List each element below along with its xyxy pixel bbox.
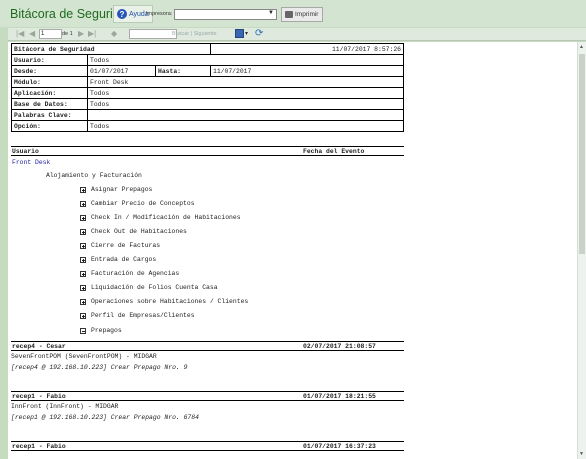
previous-page-icon[interactable]: ◀ [29, 29, 35, 38]
tree-item-label: Cambiar Precio de Conceptos [91, 200, 195, 207]
usuario-label: Usuario: [11, 54, 88, 66]
first-page-icon[interactable]: |◀ [16, 29, 24, 38]
aplicacion-label: Aplicación: [11, 87, 88, 99]
tree-item[interactable]: Perfil de Empresas/Clientes [80, 312, 195, 319]
expand-icon[interactable] [80, 270, 86, 277]
print-label: Imprimir [295, 11, 319, 18]
column-header-row: Usuario Fecha del Evento [11, 146, 404, 156]
expand-icon[interactable] [80, 298, 86, 305]
tree-item[interactable]: Cambiar Precio de Conceptos [80, 200, 195, 207]
page-count: de 1 [62, 31, 73, 37]
entry-date: 01/07/2017 18:21:55 [303, 393, 376, 400]
tree-item-label: Operaciones sobre Habitaciones / Cliente… [91, 298, 249, 305]
title-bar: Bitácora de Seguridad ? Ayuda Impresora:… [0, 0, 586, 27]
tree-item-label: Liquidación de Folios Cuenta Casa [91, 284, 218, 291]
tree-item-label: Facturación de Agencias [91, 270, 180, 277]
report-toolbar: |◀ ◀ 1 de 1 ▶ ▶| ◆ Buscar | Siguiente ▾ … [8, 28, 586, 41]
find-next-link[interactable]: Siguiente [194, 31, 217, 37]
base-datos-value: Todos [87, 98, 404, 110]
entry-date: 02/07/2017 21:08:57 [303, 343, 376, 350]
page-number-input[interactable]: 1 [39, 29, 62, 39]
column-header-fecha: Fecha del Evento [303, 148, 365, 155]
tree-item[interactable]: Prepagos [80, 327, 122, 334]
expand-icon[interactable] [80, 312, 86, 319]
tree-item[interactable]: Asignar Prepagos [80, 186, 152, 193]
entry-detail: SevenFrontPOM (SevenFrontPOM) - MIDGAR [11, 353, 157, 360]
printer-icon [285, 11, 293, 18]
report-datetime: 11/07/2017 8:57:26 [210, 43, 404, 55]
palabras-clave-value [87, 109, 404, 121]
tree-item-label: Entrada de Cargos [91, 256, 157, 263]
search-input[interactable] [129, 29, 177, 39]
printer-select[interactable]: ▼ [174, 9, 277, 20]
expand-icon[interactable] [80, 214, 86, 221]
opcion-label: Opción: [11, 120, 88, 132]
desde-label: Desde: [11, 65, 88, 77]
export-dropdown-icon[interactable]: ▾ [245, 30, 248, 37]
entry-header: recep4 - Cesar 02/07/2017 21:08:57 [11, 341, 404, 351]
report-header-table: Bitácora de Seguridad 11/07/2017 8:57:26… [11, 43, 404, 132]
tree-item-label: Asignar Prepagos [91, 186, 153, 193]
entry-header: recep1 - Fabio 01/07/2017 18:21:55 [11, 391, 404, 401]
tree-item[interactable]: Facturación de Agencias [80, 270, 179, 277]
expand-icon[interactable] [80, 186, 86, 193]
entry-action: [recep4 @ 192.168.10.223] Crear Prepago … [11, 364, 188, 371]
next-page-icon[interactable]: ▶ [78, 29, 84, 38]
expand-icon[interactable] [80, 200, 86, 207]
desde-value: 01/07/2017 [87, 65, 156, 77]
hasta-label: Hasta: [155, 65, 211, 77]
entry-user: recep1 - Fabio [12, 393, 66, 400]
printer-label: Impresora: [146, 11, 173, 17]
tree-item-label: Check Out de Habitaciones [91, 228, 187, 235]
usuario-value: Todos [87, 54, 404, 66]
palabras-clave-label: Palabras Clave: [11, 109, 88, 121]
report-title: Bitácora de Seguridad [11, 43, 211, 55]
help-icon: ? [117, 9, 127, 19]
tree-item[interactable]: Operaciones sobre Habitaciones / Cliente… [80, 298, 248, 305]
vertical-scrollbar[interactable]: ▲ ▼ [577, 42, 586, 459]
scroll-up-icon[interactable]: ▲ [579, 44, 584, 50]
tree-item[interactable]: Check In / Modificación de Habitaciones [80, 214, 241, 221]
aplicacion-value: Todos [87, 87, 404, 99]
report-page: Bitácora de Seguridad 11/07/2017 8:57:26… [8, 42, 577, 459]
entry-action: [recep1 @ 192.168.10.223] Crear Prepago … [11, 414, 199, 421]
refresh-icon[interactable]: ⟳ [255, 28, 263, 39]
collapse-icon[interactable] [80, 327, 86, 334]
hasta-value: 11/07/2017 [210, 65, 404, 77]
export-icon[interactable] [235, 29, 244, 38]
find-separator: | [190, 31, 193, 37]
expand-icon[interactable] [80, 284, 86, 291]
print-button[interactable]: Imprimir [281, 7, 323, 22]
expand-icon[interactable] [80, 228, 86, 235]
find-links: Buscar | Siguiente [172, 31, 217, 37]
tree-item-label: Perfil de Empresas/Clientes [91, 312, 195, 319]
tree-item-label: Check In / Modificación de Habitaciones [91, 214, 241, 221]
column-header-usuario: Usuario [12, 148, 39, 155]
chevron-down-icon: ▼ [268, 10, 274, 16]
last-page-icon[interactable]: ▶| [88, 29, 96, 38]
tree-item-label: Prepagos [91, 327, 122, 334]
tree-item[interactable]: Liquidación de Folios Cuenta Casa [80, 284, 218, 291]
entry-date: 01/07/2017 16:37:23 [303, 443, 376, 450]
tree-item[interactable]: Check Out de Habitaciones [80, 228, 187, 235]
back-icon[interactable]: ◆ [111, 29, 117, 38]
scroll-down-icon[interactable]: ▼ [579, 451, 584, 457]
modulo-value: Front Desk [87, 76, 404, 88]
find-link[interactable]: Buscar [172, 31, 189, 37]
entry-detail: InnFront (InnFront) - MIDGAR [11, 403, 119, 410]
opcion-value: Todos [87, 120, 404, 132]
tree-item-label: Cierre de Facturas [91, 242, 161, 249]
tree-item[interactable]: Cierre de Facturas [80, 242, 160, 249]
group-application: Alojamiento y Facturación [46, 172, 142, 179]
scrollbar-thumb[interactable] [579, 54, 585, 254]
base-datos-label: Base de Datos: [11, 98, 88, 110]
entry-header: recep1 - Fabio 01/07/2017 16:37:23 [11, 441, 404, 451]
modulo-label: Módulo: [11, 76, 88, 88]
entry-user: recep4 - Cesar [12, 343, 66, 350]
expand-icon[interactable] [80, 256, 86, 263]
group-module[interactable]: Front Desk [12, 159, 50, 166]
entry-user: recep1 - Fabio [12, 443, 66, 450]
tree-item[interactable]: Entrada de Cargos [80, 256, 156, 263]
expand-icon[interactable] [80, 242, 86, 249]
